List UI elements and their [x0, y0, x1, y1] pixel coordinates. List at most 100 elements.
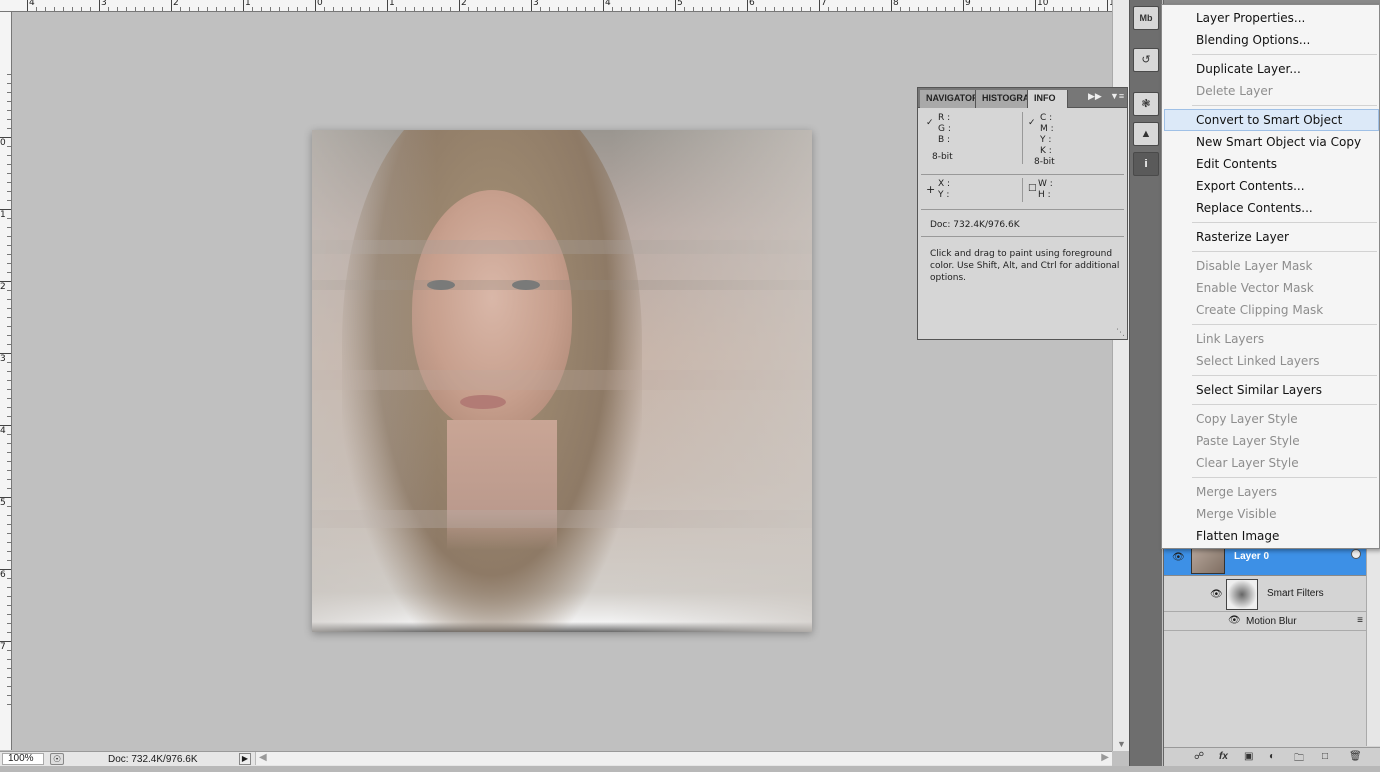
ruler-minor-tick [108, 7, 109, 11]
ruler-label: 2 [173, 0, 179, 8]
info-separator [921, 209, 1124, 210]
info-m-label: M : [1040, 124, 1054, 134]
layer-thumbnail[interactable] [1191, 548, 1225, 574]
status-info-icon[interactable]: ☉ [50, 753, 64, 765]
canvas-horizontal-scrollbar[interactable]: ◀ ▶ [255, 752, 1112, 765]
link-layers-icon[interactable]: ☍ [1194, 751, 1204, 762]
menu-separator [1192, 54, 1377, 55]
layers-scrollbar[interactable] [1366, 546, 1380, 746]
ruler-minor-tick [81, 7, 82, 11]
ruler-minor-tick [7, 614, 11, 615]
collapse-panel-icon[interactable]: ▶▶ [1088, 91, 1102, 102]
menu-item-convert-to-smart-object[interactable]: Convert to Smart Object [1164, 109, 1379, 131]
layer-row-layer0[interactable]: 👁 Layer 0 [1164, 546, 1380, 576]
status-menu-arrow-icon[interactable]: ▶ [239, 753, 251, 765]
ruler-minor-tick [954, 7, 955, 11]
ruler-minor-tick [1071, 7, 1072, 11]
ruler-minor-tick [36, 7, 37, 11]
visibility-eye-icon[interactable]: 👁 [1172, 552, 1185, 563]
ruler-minor-tick [7, 443, 11, 444]
ruler-minor-tick [216, 7, 217, 11]
resize-grip-icon[interactable]: ⋱ [1116, 328, 1125, 338]
menu-item-blending-options[interactable]: Blending Options... [1164, 29, 1379, 51]
ruler-minor-tick [684, 7, 685, 11]
menu-item-duplicate-layer[interactable]: Duplicate Layer... [1164, 58, 1379, 80]
menu-item-flatten-image[interactable]: Flatten Image [1164, 525, 1379, 547]
ruler-major-tick [891, 0, 892, 11]
menu-item-rasterize-layer[interactable]: Rasterize Layer [1164, 226, 1379, 248]
vertical-ruler[interactable]: 0 1 2 3 4 5 6 7 [0, 12, 12, 750]
ruler-minor-tick [144, 7, 145, 11]
scroll-right-arrow-icon[interactable]: ▶ [1101, 752, 1109, 763]
ruler-label: 0 [0, 138, 6, 148]
horizontal-ruler[interactable]: 432101234567891011 [0, 0, 1112, 12]
ruler-minor-tick [7, 191, 11, 192]
add-mask-icon[interactable]: ▣ [1244, 751, 1253, 762]
new-layer-icon[interactable]: □ [1322, 751, 1328, 762]
histogram-icon[interactable]: ▲ [1133, 122, 1159, 146]
info-w-label: W : [1038, 179, 1053, 189]
visibility-eye-icon[interactable]: 👁 [1210, 589, 1223, 600]
menu-item-new-smart-object-via-copy[interactable]: New Smart Object via Copy [1164, 131, 1379, 153]
menu-item-select-similar-layers[interactable]: Select Similar Layers [1164, 379, 1379, 401]
ruler-minor-tick [261, 7, 262, 11]
tab-info[interactable]: INFO [1028, 90, 1068, 108]
adjustment-layer-icon[interactable]: ◐ [1269, 751, 1275, 762]
smart-object-badge-icon [1351, 549, 1361, 559]
zoom-field[interactable]: 100% [2, 753, 44, 765]
fx-icon[interactable]: fx [1219, 751, 1228, 762]
ruler-minor-tick [549, 7, 550, 11]
ruler-minor-tick [7, 659, 11, 660]
ruler-minor-tick [7, 389, 11, 390]
ruler-minor-tick [468, 7, 469, 11]
history-icon[interactable]: ↺ [1133, 48, 1159, 72]
info-icon[interactable]: i [1133, 152, 1159, 176]
menu-item-replace-contents[interactable]: Replace Contents... [1164, 197, 1379, 219]
ruler-minor-tick [792, 7, 793, 11]
menu-item-edit-contents[interactable]: Edit Contents [1164, 153, 1379, 175]
ruler-minor-tick [7, 434, 11, 435]
ruler-minor-tick [801, 7, 802, 11]
ruler-minor-tick [7, 704, 11, 705]
smart-filters-row[interactable]: 👁 Smart Filters [1164, 577, 1380, 612]
panel-menu-icon[interactable]: ▼≡ [1110, 91, 1124, 101]
info-separator [921, 174, 1124, 175]
menu-item-export-contents[interactable]: Export Contents... [1164, 175, 1379, 197]
document-image[interactable] [312, 130, 812, 632]
info-k-label: K : [1040, 146, 1052, 156]
blending-options-icon[interactable]: ≡ [1357, 615, 1363, 626]
visibility-eye-icon[interactable]: 👁 [1228, 615, 1241, 626]
ruler-minor-tick [153, 7, 154, 11]
navigator-icon[interactable]: ❃ [1133, 92, 1159, 116]
ruler-major-tick [171, 0, 172, 11]
menu-separator [1192, 222, 1377, 223]
menu-item-layer-properties[interactable]: Layer Properties... [1164, 7, 1379, 29]
ruler-minor-tick [279, 7, 280, 11]
ruler-label: 5 [0, 498, 6, 508]
info-divider [1022, 112, 1023, 164]
ruler-minor-tick [612, 7, 613, 11]
ruler-minor-tick [72, 7, 73, 11]
layer-name: Layer 0 [1234, 551, 1270, 562]
trash-icon[interactable]: 🗑 [1349, 751, 1362, 762]
tab-navigator[interactable]: NAVIGATOR [920, 90, 976, 108]
scroll-left-arrow-icon[interactable]: ◀ [259, 752, 267, 763]
ruler-minor-tick [738, 7, 739, 11]
ruler-label: 6 [749, 0, 755, 8]
ruler-minor-tick [7, 506, 11, 507]
eyedropper-icon: ✓ [1028, 118, 1036, 128]
panel-dock: Mb ↺ ❃ ▲ i [1129, 0, 1162, 766]
tab-histogram[interactable]: HISTOGRAM [976, 90, 1028, 108]
ruler-minor-tick [945, 7, 946, 11]
ruler-label: 1 [245, 0, 251, 8]
motion-blur-filter-row[interactable]: 👁 Motion Blur ≡ [1164, 613, 1380, 631]
smart-filter-mask-thumbnail[interactable] [1226, 579, 1258, 610]
ruler-minor-tick [846, 7, 847, 11]
info-g-label: G : [938, 124, 951, 134]
ruler-minor-tick [7, 362, 11, 363]
smart-filters-label: Smart Filters [1267, 588, 1324, 599]
mini-bridge-icon[interactable]: Mb [1133, 6, 1159, 30]
info-separator [921, 236, 1124, 237]
scroll-down-arrow-icon[interactable]: ▼ [1117, 739, 1126, 749]
new-group-icon[interactable]: 🗀 [1294, 751, 1304, 768]
